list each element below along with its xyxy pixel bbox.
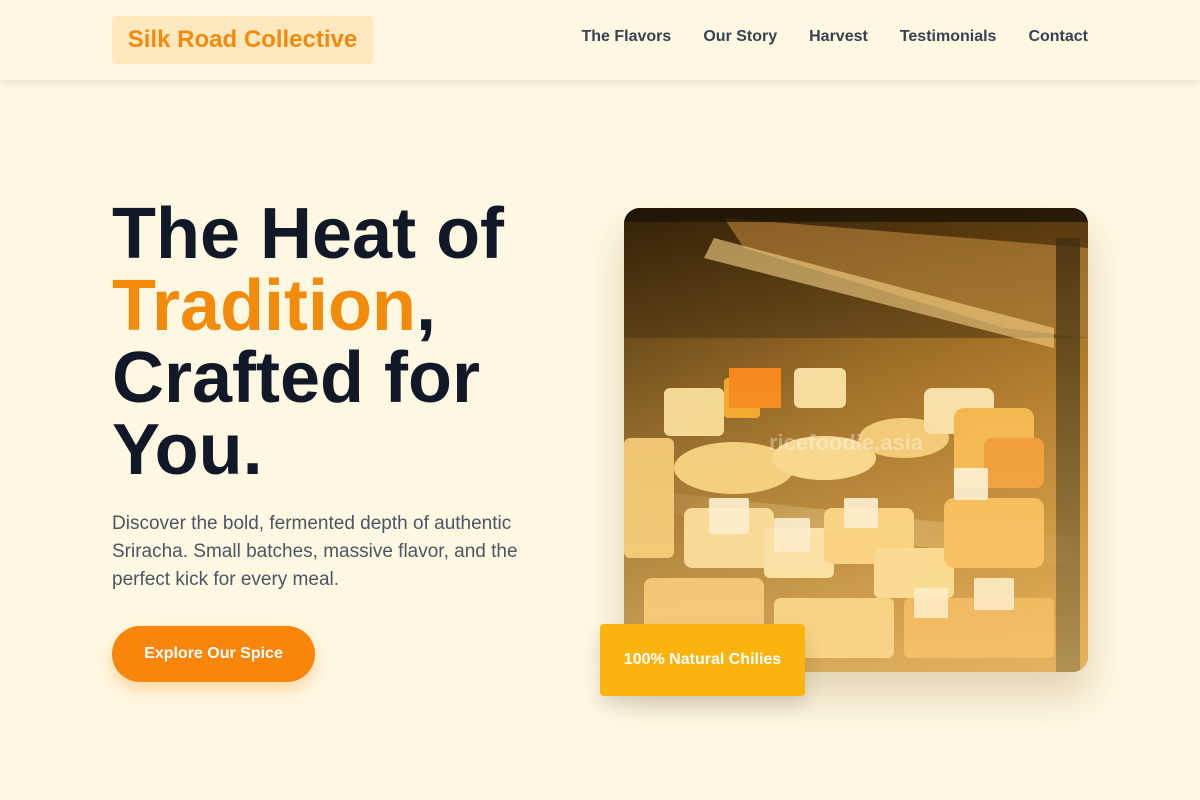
- svg-text:ricefoodie.asia: ricefoodie.asia: [769, 430, 924, 455]
- nav-link-contact[interactable]: Contact: [1028, 28, 1088, 46]
- brand-logo[interactable]: Silk Road Collective: [112, 16, 373, 64]
- main-nav: The Flavors Our Story Harvest Testimonia…: [582, 0, 1089, 74]
- hero-image-cheese-display: ricefoodie.asia: [624, 208, 1088, 672]
- hero-title-line-3: Crafted for: [112, 338, 481, 418]
- hero-title-accent: Tradition: [112, 266, 416, 346]
- hero-title-line-4: You.: [112, 410, 263, 490]
- nav-link-our-story[interactable]: Our Story: [703, 28, 777, 46]
- hero-title: The Heat of Tradition, Crafted for You.: [112, 198, 582, 486]
- hero-description: Discover the bold, fermented depth of au…: [112, 513, 518, 590]
- nav-link-testimonials[interactable]: Testimonials: [900, 28, 997, 46]
- hero-title-comma: ,: [416, 266, 437, 346]
- hero-title-line-2: Tradition,: [112, 270, 582, 342]
- nav-link-harvest[interactable]: Harvest: [809, 28, 868, 46]
- nav-link-flavors[interactable]: The Flavors: [582, 28, 672, 46]
- natural-chilies-badge: 100% Natural Chilies: [600, 624, 805, 696]
- site-header: Silk Road Collective The Flavors Our Sto…: [0, 0, 1200, 80]
- hero-title-line-1: The Heat of: [112, 194, 505, 274]
- explore-spice-button[interactable]: Explore Our Spice: [112, 626, 315, 682]
